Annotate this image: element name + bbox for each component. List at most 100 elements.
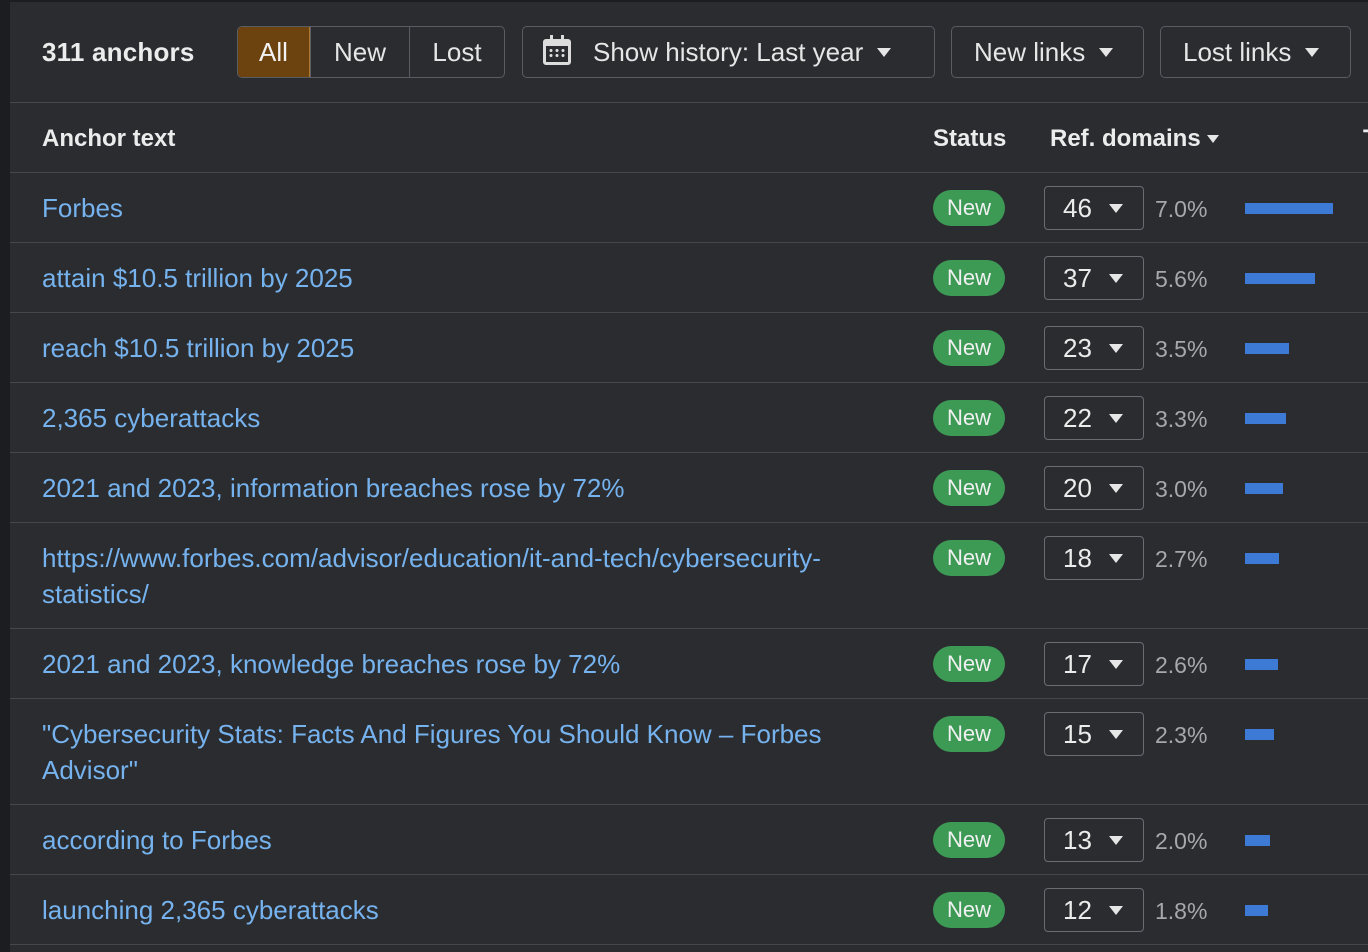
table-row: https://www.forbes.com/advisor/education… [10, 523, 1368, 629]
anchor-text-link[interactable]: Forbes [42, 190, 902, 226]
table-row: reach $10.5 trillion by 2025 New 23 3.5% [10, 313, 1368, 383]
ref-domains-percent: 7.0% [1155, 196, 1208, 222]
ref-domains-count: 22 [1063, 402, 1092, 433]
table-row: Forbes New 46 7.0% [10, 173, 1368, 243]
chevron-down-icon [1099, 47, 1114, 57]
status-badge: New [933, 330, 1005, 366]
ref-domains-percent: 3.0% [1155, 476, 1208, 502]
chevron-down-icon [1109, 553, 1123, 563]
ref-domains-percent: 5.6% [1155, 266, 1208, 292]
ref-domains-count: 13 [1063, 824, 1092, 855]
chevron-down-icon [1109, 729, 1123, 739]
table-row: launching 2,365 cyberattacks New 12 1.8% [10, 875, 1368, 945]
left-edge [0, 0, 10, 952]
new-links-label: New links [974, 36, 1086, 67]
ref-domains-percent: 2.0% [1155, 828, 1208, 854]
filter-tab-all[interactable]: All [238, 27, 310, 77]
anchor-text-link[interactable]: launching 2,365 cyberattacks [42, 892, 902, 928]
chevron-down-icon [1109, 835, 1123, 845]
ref-domains-dropdown[interactable]: 23 [1044, 326, 1144, 370]
anchor-text-link[interactable]: 2021 and 2023, knowledge breaches rose b… [42, 646, 902, 682]
ref-domains-percent: 3.3% [1155, 406, 1208, 432]
chevron-down-icon [1305, 47, 1320, 57]
anchor-text-link[interactable]: reach $10.5 trillion by 2025 [42, 330, 902, 366]
table-row: 2021 and 2023, information breaches rose… [10, 453, 1368, 523]
ref-domains-dropdown[interactable]: 17 [1044, 642, 1144, 686]
filter-segmented-control: All New Lost [237, 26, 505, 78]
column-header-ref-domains[interactable]: Ref. domains [1050, 125, 1219, 153]
anchor-text-link[interactable]: https://www.forbes.com/advisor/education… [42, 540, 902, 612]
share-bar [1245, 273, 1315, 284]
chevron-down-icon [1109, 905, 1123, 915]
share-bar [1245, 659, 1278, 670]
ref-domains-count: 12 [1063, 894, 1092, 925]
anchor-text-link[interactable]: "Cybersecurity Stats: Facts And Figures … [42, 716, 902, 788]
status-badge: New [933, 646, 1005, 682]
ref-domains-dropdown[interactable]: 12 [1044, 888, 1144, 932]
ref-domains-percent: 2.3% [1155, 722, 1208, 748]
ref-domains-count: 46 [1063, 192, 1092, 223]
table-row: attain $10.5 trillion by 2025 New 37 5.6% [10, 243, 1368, 313]
calendar-icon [543, 35, 571, 65]
new-links-dropdown[interactable]: New links [951, 26, 1144, 78]
ref-domains-count: 20 [1063, 472, 1092, 503]
table-row: according to Forbes New 13 2.0% [10, 805, 1368, 875]
chevron-down-icon [1109, 203, 1123, 213]
ref-domains-dropdown[interactable]: 37 [1044, 256, 1144, 300]
ref-domains-count: 17 [1063, 648, 1092, 679]
show-history-label: Show history: Last year [593, 36, 864, 67]
share-bar [1245, 729, 1274, 740]
column-header-truncated[interactable]: T [1363, 125, 1368, 153]
anchor-text-link[interactable]: 2021 and 2023, information breaches rose… [42, 470, 902, 506]
filter-tab-new[interactable]: New [310, 27, 409, 77]
ref-domains-header-label: Ref. domains [1050, 125, 1201, 152]
ref-domains-dropdown[interactable]: 22 [1044, 396, 1144, 440]
chevron-down-icon [1109, 483, 1123, 493]
share-bar [1245, 413, 1286, 424]
ref-domains-percent: 3.5% [1155, 336, 1208, 362]
table-row: 2021 and 2023, knowledge breaches rose b… [10, 629, 1368, 699]
chevron-down-icon [1109, 343, 1123, 353]
status-badge: New [933, 400, 1005, 436]
ref-domains-dropdown[interactable]: 46 [1044, 186, 1144, 230]
anchor-text-link[interactable]: according to Forbes [42, 822, 902, 858]
chevron-down-icon [1109, 659, 1123, 669]
anchor-text-link[interactable]: 2,365 cyberattacks [42, 400, 902, 436]
status-badge: New [933, 190, 1005, 226]
share-bar [1245, 553, 1279, 564]
ref-domains-dropdown[interactable]: 20 [1044, 466, 1144, 510]
status-badge: New [933, 716, 1005, 752]
lost-links-label: Lost links [1183, 36, 1292, 67]
ref-domains-count: 23 [1063, 332, 1092, 363]
table-row: 2,365 cyberattacks New 22 3.3% [10, 383, 1368, 453]
share-bar [1245, 905, 1268, 916]
ref-domains-count: 37 [1063, 262, 1092, 293]
ref-domains-dropdown[interactable]: 15 [1044, 712, 1144, 756]
status-badge: New [933, 822, 1005, 858]
chevron-down-icon [1109, 413, 1123, 423]
ref-domains-dropdown[interactable]: 18 [1044, 536, 1144, 580]
status-badge: New [933, 892, 1005, 928]
ref-domains-percent: 2.6% [1155, 652, 1208, 678]
anchor-count: 311 anchors [42, 37, 195, 67]
lost-links-dropdown[interactable]: Lost links [1160, 26, 1351, 78]
ref-domains-percent: 2.7% [1155, 546, 1208, 572]
anchor-text-link[interactable]: attain $10.5 trillion by 2025 [42, 260, 902, 296]
status-badge: New [933, 470, 1005, 506]
status-badge: New [933, 540, 1005, 576]
status-badge: New [933, 260, 1005, 296]
table-header: Anchor text Status Ref. domains T [10, 103, 1368, 173]
sort-desc-icon [1206, 135, 1219, 143]
column-header-anchor-text[interactable]: Anchor text [42, 125, 175, 153]
filter-tab-lost[interactable]: Lost [409, 27, 504, 77]
show-history-dropdown[interactable]: Show history: Last year [522, 26, 935, 78]
share-bar [1245, 835, 1270, 846]
ref-domains-dropdown[interactable]: 13 [1044, 818, 1144, 862]
table-row: "Cybersecurity Stats: Facts And Figures … [10, 699, 1368, 805]
column-header-status[interactable]: Status [933, 125, 1006, 153]
chevron-down-icon [1109, 273, 1123, 283]
share-bar [1245, 203, 1333, 214]
chevron-down-icon [877, 47, 892, 57]
toolbar: 311 anchors All New Lost Show history: L… [10, 2, 1368, 103]
share-bar [1245, 483, 1283, 494]
